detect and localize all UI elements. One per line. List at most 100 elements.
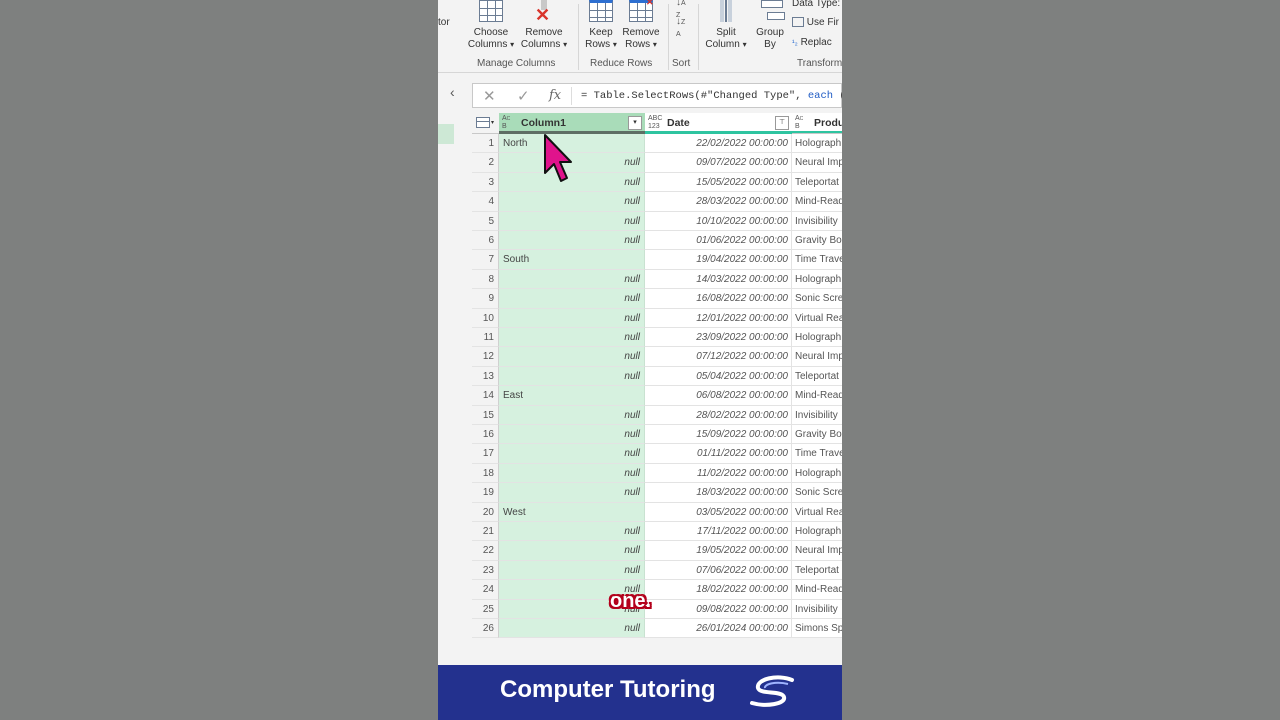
table-row[interactable]: 11 null 23/09/2022 00:00:00 Holograph <box>472 328 842 348</box>
row-number[interactable]: 16 <box>472 425 499 445</box>
table-row[interactable]: 21 null 17/11/2022 00:00:00 Holograph <box>472 522 842 542</box>
cell-column1[interactable]: null <box>499 328 645 348</box>
cell-column1[interactable]: null <box>499 366 645 387</box>
cell-date[interactable]: 14/03/2022 00:00:00 <box>645 269 792 290</box>
table-row[interactable]: 7 South 19/04/2022 00:00:00 Time Trave <box>472 250 842 270</box>
cell-product[interactable]: Holograph <box>792 269 842 290</box>
collapse-queries-pane-chevron-icon[interactable]: ‹ <box>450 84 455 100</box>
row-number[interactable]: 11 <box>472 328 499 348</box>
use-first-row-button[interactable]: Use Fir <box>792 17 839 28</box>
cell-column1[interactable]: null <box>499 483 645 503</box>
cell-column1[interactable]: null <box>499 172 645 193</box>
row-number[interactable]: 12 <box>472 347 499 367</box>
cell-date[interactable]: 09/08/2022 00:00:00 <box>645 599 792 619</box>
cell-product[interactable]: Holograph <box>792 463 842 484</box>
table-row[interactable]: 25 null 09/08/2022 00:00:00 Invisibility <box>472 599 842 619</box>
cell-product[interactable]: Gravity Bo <box>792 425 842 445</box>
row-number[interactable]: 14 <box>472 386 499 406</box>
cell-date[interactable]: 23/09/2022 00:00:00 <box>645 328 792 348</box>
column-header-column1[interactable]: AC B Column1 ▾ <box>499 113 645 134</box>
cell-date[interactable]: 09/07/2022 00:00:00 <box>645 153 792 173</box>
check-icon[interactable]: ✓ <box>517 87 530 105</box>
row-number[interactable]: 20 <box>472 502 499 522</box>
cell-date[interactable]: 15/05/2022 00:00:00 <box>645 172 792 193</box>
cell-column1[interactable]: null <box>499 560 645 581</box>
cell-date[interactable]: 18/02/2022 00:00:00 <box>645 580 792 600</box>
table-row[interactable]: 2 null 09/07/2022 00:00:00 Neural Imp <box>472 153 842 173</box>
table-row[interactable]: 26 null 26/01/2024 00:00:00 Simons Sp <box>472 619 842 639</box>
keep-rows-button[interactable]: Keep Rows ▾ <box>584 0 618 51</box>
row-number[interactable]: 3 <box>472 172 499 193</box>
cell-date[interactable]: 07/12/2022 00:00:00 <box>645 347 792 367</box>
row-number[interactable]: 13 <box>472 366 499 387</box>
table-row[interactable]: 16 null 15/09/2022 00:00:00 Gravity Bo <box>472 425 842 445</box>
row-number[interactable]: 21 <box>472 522 499 542</box>
cell-product[interactable]: Mind-Read <box>792 386 842 406</box>
row-number[interactable]: 4 <box>472 192 499 212</box>
cell-date[interactable]: 16/08/2022 00:00:00 <box>645 289 792 309</box>
cell-column1[interactable]: South <box>499 250 645 270</box>
cell-product[interactable]: Invisibility <box>792 211 842 231</box>
table-row[interactable]: 23 null 07/06/2022 00:00:00 Teleportat <box>472 560 842 581</box>
row-number[interactable]: 7 <box>472 250 499 270</box>
row-number[interactable]: 15 <box>472 405 499 425</box>
cell-product[interactable]: Neural Imp <box>792 541 842 561</box>
table-row[interactable]: 10 null 12/01/2022 00:00:00 Virtual Rea <box>472 308 842 328</box>
cell-product[interactable]: Neural Imp <box>792 153 842 173</box>
table-row[interactable]: 18 null 11/02/2022 00:00:00 Holograph <box>472 463 842 484</box>
cell-date[interactable]: 01/11/2022 00:00:00 <box>645 444 792 464</box>
row-number[interactable]: 25 <box>472 599 499 619</box>
cell-product[interactable]: Gravity Bo <box>792 231 842 251</box>
remove-rows-button[interactable]: ✕ Remove Rows ▾ <box>621 0 661 51</box>
table-row[interactable]: 12 null 07/12/2022 00:00:00 Neural Imp <box>472 347 842 367</box>
row-number[interactable]: 23 <box>472 560 499 581</box>
table-row[interactable]: 3 null 15/05/2022 00:00:00 Teleportat <box>472 172 842 193</box>
cell-product[interactable]: Holograph <box>792 328 842 348</box>
split-column-button[interactable]: Split Column ▾ <box>703 0 749 51</box>
cell-column1[interactable]: null <box>499 444 645 464</box>
cell-column1[interactable]: null <box>499 405 645 425</box>
cell-column1[interactable]: null <box>499 347 645 367</box>
cancel-icon[interactable]: ✕ <box>483 87 496 105</box>
table-row[interactable]: 14 East 06/08/2022 00:00:00 Mind-Read <box>472 386 842 406</box>
cell-date[interactable]: 15/09/2022 00:00:00 <box>645 425 792 445</box>
cell-product[interactable]: Teleportat <box>792 366 842 387</box>
cell-product[interactable]: Teleportat <box>792 172 842 193</box>
cell-product[interactable]: Time Trave <box>792 250 842 270</box>
data-type-dropdown[interactable]: Data Type: <box>792 0 840 9</box>
cell-column1[interactable]: null <box>499 269 645 290</box>
row-number[interactable]: 9 <box>472 289 499 309</box>
cell-column1[interactable]: null <box>499 522 645 542</box>
cell-date[interactable]: 07/06/2022 00:00:00 <box>645 560 792 581</box>
cell-product[interactable]: Neural Imp <box>792 347 842 367</box>
table-menu-button[interactable]: ▾ <box>472 113 499 134</box>
column-filter-dropdown-icon[interactable]: ▾ <box>628 116 642 130</box>
filter-icon[interactable]: ⊤ <box>775 116 789 130</box>
cell-column1[interactable]: null <box>499 308 645 328</box>
row-number[interactable]: 22 <box>472 541 499 561</box>
table-row[interactable]: 9 null 16/08/2022 00:00:00 Sonic Scre <box>472 289 842 309</box>
cell-product[interactable]: Teleportat <box>792 560 842 581</box>
formula-text[interactable]: = Table.SelectRows(#"Changed Type", each… <box>581 90 842 102</box>
cell-column1[interactable]: North <box>499 134 645 154</box>
cell-column1[interactable]: null <box>499 541 645 561</box>
cell-date[interactable]: 19/04/2022 00:00:00 <box>645 250 792 270</box>
cell-column1[interactable]: null <box>499 425 645 445</box>
cell-product[interactable]: Invisibility <box>792 599 842 619</box>
row-number[interactable]: 10 <box>472 308 499 328</box>
cell-date[interactable]: 01/06/2022 00:00:00 <box>645 231 792 251</box>
cell-date[interactable]: 26/01/2024 00:00:00 <box>645 619 792 639</box>
row-number[interactable]: 19 <box>472 483 499 503</box>
row-number[interactable]: 1 <box>472 134 499 154</box>
row-number[interactable]: 26 <box>472 619 499 639</box>
cell-date[interactable]: 11/02/2022 00:00:00 <box>645 463 792 484</box>
row-number[interactable]: 5 <box>472 211 499 231</box>
cell-column1[interactable]: West <box>499 502 645 522</box>
row-number[interactable]: 24 <box>472 580 499 600</box>
cell-date[interactable]: 28/02/2022 00:00:00 <box>645 405 792 425</box>
cell-date[interactable]: 18/03/2022 00:00:00 <box>645 483 792 503</box>
cell-date[interactable]: 06/08/2022 00:00:00 <box>645 386 792 406</box>
cell-date[interactable]: 10/10/2022 00:00:00 <box>645 211 792 231</box>
cell-column1[interactable]: null <box>499 153 645 173</box>
cell-column1[interactable]: East <box>499 386 645 406</box>
